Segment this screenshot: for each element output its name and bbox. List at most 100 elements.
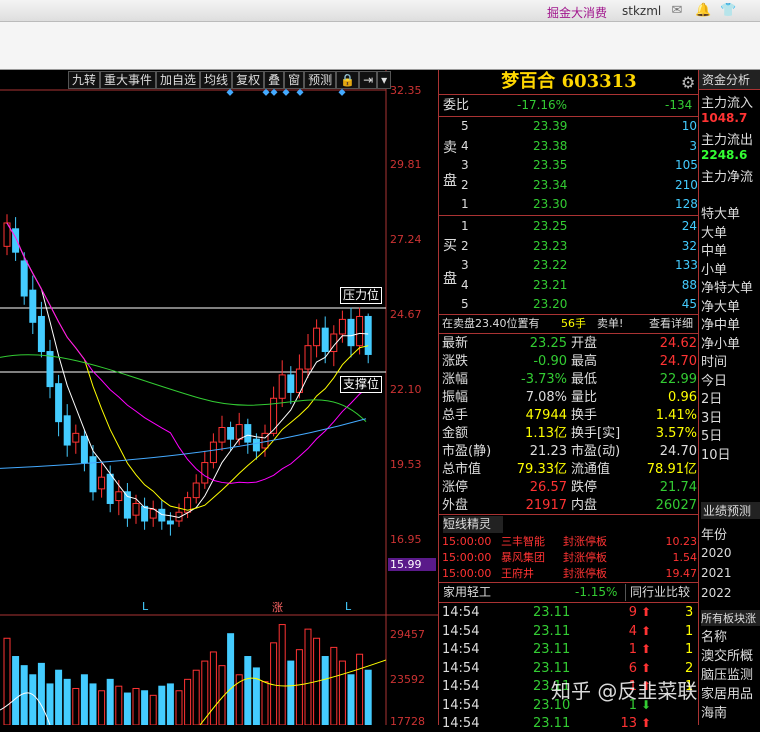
tick-volume: 13 bbox=[620, 716, 637, 731]
volume-bar bbox=[149, 694, 157, 726]
block-item[interactable]: 澳交所概 bbox=[701, 645, 753, 664]
fund-item[interactable]: 2日 bbox=[701, 388, 722, 407]
volume-bar bbox=[115, 685, 123, 726]
fund-item[interactable]: 主力流出 bbox=[701, 129, 753, 148]
volume-bar bbox=[175, 690, 183, 726]
fund-item[interactable]: 5日 bbox=[701, 425, 722, 444]
bell-icon[interactable]: 🔔 bbox=[695, 3, 711, 18]
fund-item[interactable]: 小单 bbox=[701, 259, 727, 278]
block-item[interactable]: 脑压监测 bbox=[701, 664, 753, 683]
candle-body bbox=[29, 289, 37, 323]
buy-label: 买 bbox=[443, 238, 457, 254]
candle-body bbox=[37, 315, 45, 353]
major-events-button[interactable]: 重大事件 bbox=[100, 71, 157, 89]
candle-body bbox=[141, 505, 149, 522]
candle-body bbox=[132, 502, 140, 516]
year-item: 2020 bbox=[701, 546, 732, 560]
column-link[interactable]: 掘金大消费 bbox=[547, 4, 607, 21]
expand-icon[interactable]: ⇥ bbox=[359, 71, 378, 89]
quote-key: 流通值 bbox=[571, 462, 611, 477]
fund-item[interactable]: 2248.6 bbox=[701, 148, 747, 162]
forecast-button[interactable]: 预测 bbox=[304, 71, 337, 89]
stock-name: 梦百合 bbox=[501, 71, 556, 92]
volume-bar bbox=[98, 690, 106, 726]
year-item: 2021 bbox=[701, 566, 732, 580]
block-item[interactable]: 家居用品 bbox=[701, 683, 753, 702]
volume-bar bbox=[201, 660, 209, 726]
elves-stock[interactable]: 三丰智能 bbox=[501, 533, 545, 550]
price-tick: 24.67 bbox=[390, 308, 422, 321]
sell-price: 23.30 bbox=[533, 197, 568, 211]
fund-item[interactable]: 大单 bbox=[701, 222, 727, 241]
gear-icon[interactable]: ⚙ bbox=[681, 73, 695, 92]
fund-item[interactable]: 净大单 bbox=[701, 296, 740, 315]
window-button[interactable]: 窗 bbox=[284, 71, 305, 89]
sell-price: 23.39 bbox=[533, 119, 568, 133]
candle-body bbox=[72, 432, 80, 443]
fund-item[interactable]: 净特大单 bbox=[701, 277, 753, 296]
volume-bar bbox=[89, 683, 97, 726]
lock-icon[interactable]: 🔒 bbox=[336, 71, 360, 89]
sell-price: 23.35 bbox=[533, 158, 568, 172]
elves-title[interactable]: 短线精灵 bbox=[443, 516, 503, 533]
tick-extra: 2 bbox=[685, 660, 694, 676]
marker-l: L bbox=[345, 600, 352, 613]
notice-detail[interactable]: 查看详细 bbox=[649, 315, 693, 332]
volume-tick: 17728 bbox=[390, 715, 425, 728]
elves-stock[interactable]: 暴风集团 bbox=[501, 549, 545, 566]
candle-body bbox=[287, 374, 295, 393]
fund-item[interactable]: 时间 bbox=[701, 351, 727, 370]
candle-body bbox=[115, 491, 123, 502]
fund-item[interactable]: 主力净流 bbox=[701, 166, 753, 185]
fund-item[interactable]: 今日 bbox=[701, 370, 727, 389]
arrow-up-icon: ⬆ bbox=[641, 660, 652, 675]
fund-item[interactable]: 主力流入 bbox=[701, 92, 753, 111]
fund-item[interactable]: 1048.7 bbox=[701, 111, 747, 125]
tick-price: 23.11 bbox=[533, 623, 571, 639]
mail-icon[interactable]: ✉ bbox=[669, 3, 685, 18]
fund-item[interactable]: 中单 bbox=[701, 240, 727, 259]
adjust-button[interactable]: 复权 bbox=[232, 71, 265, 89]
block-item[interactable]: 海南 bbox=[701, 702, 727, 721]
quote-value: 3.57% bbox=[655, 426, 697, 441]
fund-item[interactable]: 3日 bbox=[701, 407, 722, 426]
buy-label: 盘 bbox=[443, 271, 457, 287]
jiuzhuan-button[interactable]: 九转 bbox=[68, 71, 101, 89]
fund-item[interactable]: 10日 bbox=[701, 444, 731, 463]
quote-value: 47944 bbox=[525, 408, 567, 423]
price-tick: 22.10 bbox=[390, 383, 422, 396]
volume-bar bbox=[192, 669, 200, 726]
kline-chart[interactable] bbox=[0, 70, 438, 726]
fund-header[interactable]: 资金分析 bbox=[699, 70, 760, 90]
block-item[interactable]: 名称 bbox=[701, 626, 727, 645]
buy-level: 5 bbox=[461, 297, 469, 311]
forecast-header[interactable]: 业绩预测 bbox=[701, 502, 760, 519]
tick-price: 23.11 bbox=[533, 642, 571, 657]
weibi-pct: -17.16% bbox=[517, 98, 568, 112]
quote-key: 涨幅 bbox=[442, 372, 469, 387]
industry-compare[interactable]: 同行业比较 bbox=[625, 584, 690, 601]
overlay-button[interactable]: 叠 bbox=[264, 71, 285, 89]
moving-average-button[interactable]: 均线 bbox=[200, 71, 233, 89]
sell-volume: 10 bbox=[681, 119, 697, 133]
tick-extra: 1 bbox=[685, 642, 694, 657]
year-item: 2022 bbox=[701, 586, 732, 600]
add-watchlist-button[interactable]: 加自选 bbox=[156, 71, 201, 89]
tick-time: 14:54 bbox=[442, 660, 480, 676]
buy-level: 4 bbox=[461, 277, 469, 292]
shirt-icon[interactable]: 👕 bbox=[720, 3, 736, 18]
volume-bar bbox=[209, 651, 217, 726]
quote-key: 最新 bbox=[442, 336, 469, 351]
ma120-line bbox=[0, 418, 367, 469]
fund-item[interactable]: 特大单 bbox=[701, 203, 740, 222]
tick-time: 14:54 bbox=[442, 642, 480, 657]
blocks-header[interactable]: 所有板块涨 bbox=[701, 610, 760, 626]
candle-body bbox=[12, 228, 20, 253]
elves-stock[interactable]: 王府井 bbox=[501, 565, 534, 582]
username[interactable]: stkzml bbox=[622, 4, 661, 18]
elves-time: 15:00:00 bbox=[442, 567, 492, 580]
fund-item[interactable]: 净小单 bbox=[701, 333, 740, 352]
quote-value: -3.73% bbox=[521, 372, 567, 387]
fund-item[interactable]: 净中单 bbox=[701, 314, 740, 333]
sell-price: 23.38 bbox=[533, 138, 568, 153]
